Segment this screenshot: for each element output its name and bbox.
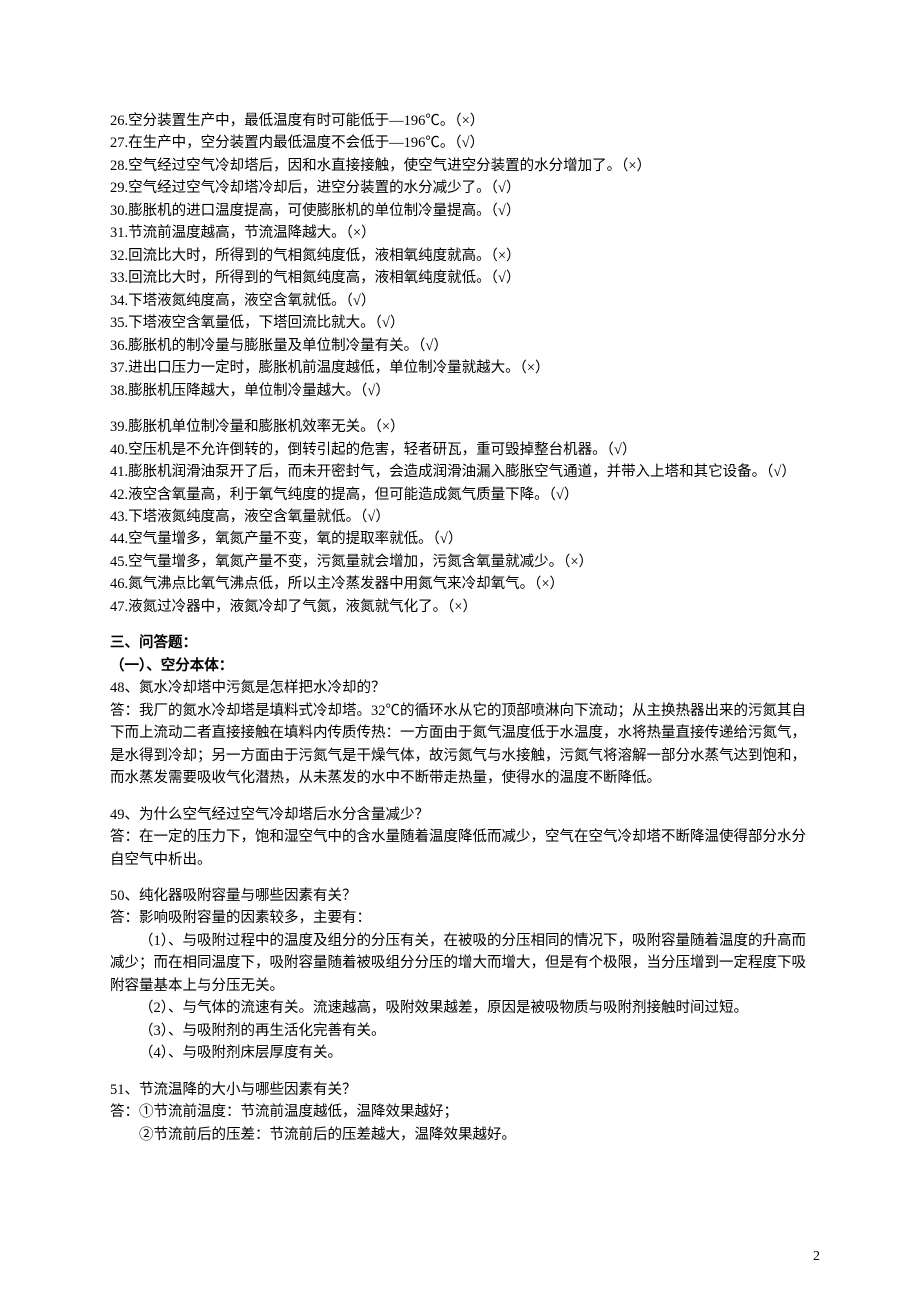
- answer-item: ②节流前后的压差：节流前后的压差越大，温降效果越好。: [110, 1124, 810, 1146]
- tf-item: 37.进出口压力一定时，膨胀机前温度越低，单位制冷量就越大。（×）: [110, 357, 810, 379]
- tf-item: 34.下塔液氮纯度高，液空含氧就低。（√）: [110, 290, 810, 312]
- document-page: 26.空分装置生产中，最低温度有时可能低于—196℃。（×） 27.在生产中，空…: [0, 0, 920, 1302]
- subsection-title: （一）、空分本体：: [110, 655, 810, 677]
- qa-block-51: 51、节流温降的大小与哪些因素有关？ 答：①节流前温度：节流前温度越低，温降效果…: [110, 1079, 810, 1146]
- answer-item: （1）、与吸附过程中的温度及组分的分压有关，在被吸的分压相同的情况下，吸附容量随…: [110, 930, 810, 997]
- qa-block-48: 48、氮水冷却塔中污氮是怎样把水冷却的？ 答：我厂的氮水冷却塔是填料式冷却塔。3…: [110, 677, 810, 789]
- page-number: 2: [813, 1246, 820, 1268]
- answer-item: （2）、与气体的流速有关。流速越高，吸附效果越差，原因是被吸物质与吸附剂接触时间…: [110, 997, 810, 1019]
- tf-item: 27.在生产中，空分装置内最低温度不会低于—196℃。（√）: [110, 132, 810, 154]
- tf-item: 41.膨胀机润滑油泵开了后，而未开密封气，会造成润滑油漏入膨胀空气通道，并带入上…: [110, 461, 810, 483]
- tf-item: 32.回流比大时，所得到的气相氮纯度低，液相氧纯度就高。（×）: [110, 245, 810, 267]
- qa-block-50: 50、纯化器吸附容量与哪些因素有关？ 答：影响吸附容量的因素较多，主要有： （1…: [110, 885, 810, 1065]
- tf-item: 43.下塔液氮纯度高，液空含氧量就低。（√）: [110, 506, 810, 528]
- question-text: 49、为什么空气经过空气冷却塔后水分含量减少？: [110, 804, 810, 826]
- qa-block-49: 49、为什么空气经过空气冷却塔后水分含量减少？ 答：在一定的压力下，饱和湿空气中…: [110, 804, 810, 871]
- tf-item: 44.空气量增多，氧氮产量不变，氧的提取率就低。（√）: [110, 528, 810, 550]
- tf-item: 42.液空含氧量高，利于氧气纯度的提高，但可能造成氮气质量下降。（√）: [110, 484, 810, 506]
- true-false-group-a: 26.空分装置生产中，最低温度有时可能低于—196℃。（×） 27.在生产中，空…: [110, 110, 810, 402]
- tf-item: 47.液氮过冷器中，液氮冷却了气氮，液氮就气化了。（×）: [110, 596, 810, 618]
- answer-item: （3）、与吸附剂的再生活化完善有关。: [110, 1020, 810, 1042]
- tf-item: 45.空气量增多，氧氮产量不变，污氮量就会增加，污氮含氧量就减少。（×）: [110, 551, 810, 573]
- tf-item: 35.下塔液空含氧量低，下塔回流比就大。（√）: [110, 312, 810, 334]
- tf-item: 36.膨胀机的制冷量与膨胀量及单位制冷量有关。（√）: [110, 335, 810, 357]
- tf-item: 28.空气经过空气冷却塔后，因和水直接接触，使空气进空分装置的水分增加了。（×）: [110, 155, 810, 177]
- question-text: 48、氮水冷却塔中污氮是怎样把水冷却的？: [110, 677, 810, 699]
- tf-item: 46.氮气沸点比氧气沸点低，所以主冷蒸发器中用氮气来冷却氧气。（×）: [110, 573, 810, 595]
- section-title: 三、问答题：: [110, 632, 810, 654]
- tf-item: 26.空分装置生产中，最低温度有时可能低于—196℃。（×）: [110, 110, 810, 132]
- tf-item: 40.空压机是不允许倒转的，倒转引起的危害，轻者研瓦，重可毁掉整台机器。（√）: [110, 439, 810, 461]
- tf-item: 38.膨胀机压降越大，单位制冷量越大。（√）: [110, 380, 810, 402]
- answer-item: （4）、与吸附剂床层厚度有关。: [110, 1042, 810, 1064]
- answer-lead: 答：影响吸附容量的因素较多，主要有：: [110, 907, 810, 929]
- true-false-group-b: 39.膨胀机单位制冷量和膨胀机效率无关。（×） 40.空压机是不允许倒转的，倒转…: [110, 416, 810, 618]
- tf-item: 33.回流比大时，所得到的气相氮纯度高，液相氧纯度就低。（√）: [110, 267, 810, 289]
- spacer: [110, 618, 810, 632]
- question-text: 51、节流温降的大小与哪些因素有关？: [110, 1079, 810, 1101]
- answer-lead: 答：①节流前温度：节流前温度越低，温降效果越好；: [110, 1101, 810, 1123]
- answer-text: 答：在一定的压力下，饱和湿空气中的含水量随着温度降低而减少，空气在空气冷却塔不断…: [110, 826, 810, 871]
- tf-item: 31.节流前温度越高，节流温降越大。（×）: [110, 222, 810, 244]
- tf-item: 39.膨胀机单位制冷量和膨胀机效率无关。（×）: [110, 416, 810, 438]
- spacer: [110, 402, 810, 416]
- answer-text: 答：我厂的氮水冷却塔是填料式冷却塔。32℃的循环水从它的顶部喷淋向下流动；从主换…: [110, 700, 810, 790]
- question-text: 50、纯化器吸附容量与哪些因素有关？: [110, 885, 810, 907]
- tf-item: 29.空气经过空气冷却塔冷却后，进空分装置的水分减少了。（√）: [110, 177, 810, 199]
- tf-item: 30.膨胀机的进口温度提高，可使膨胀机的单位制冷量提高。（√）: [110, 200, 810, 222]
